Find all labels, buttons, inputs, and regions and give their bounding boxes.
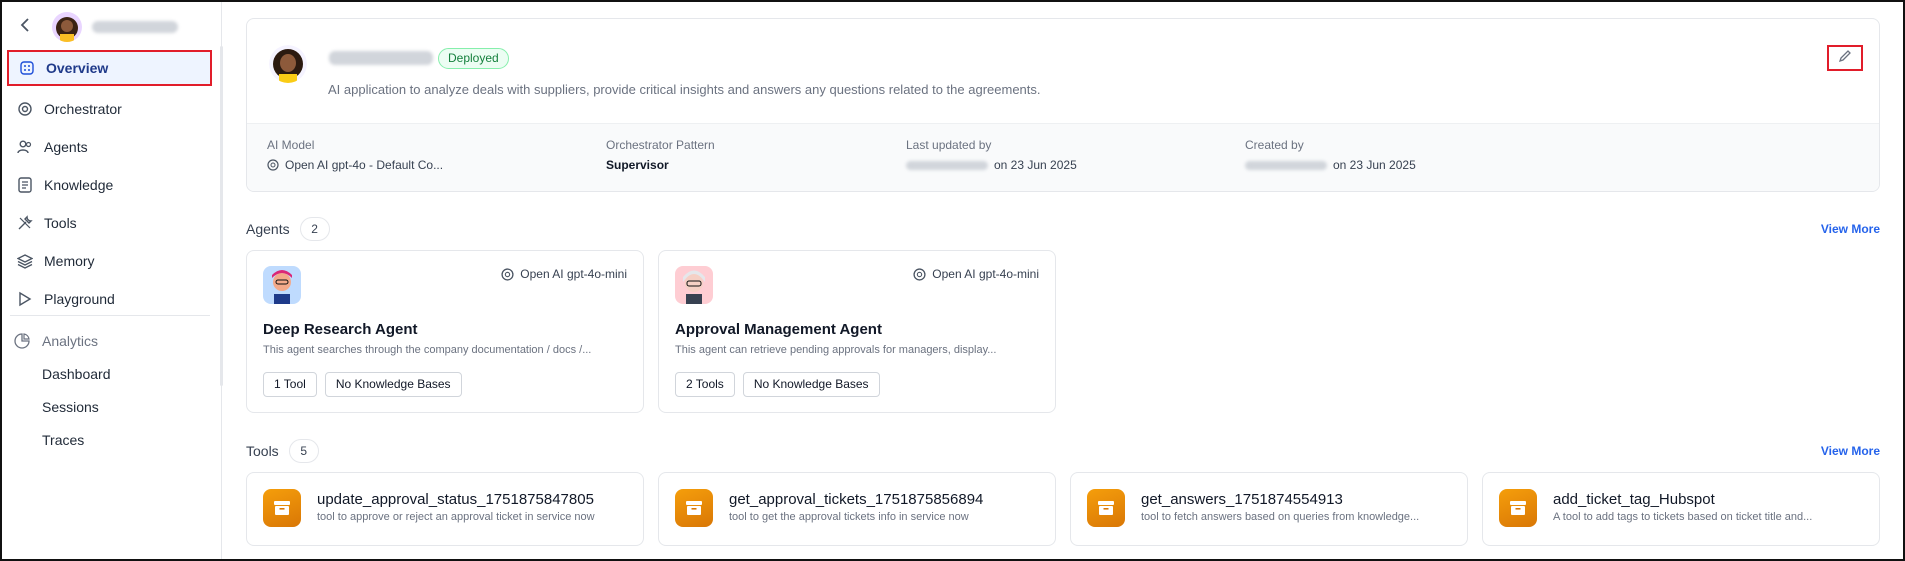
meta-value: on 23 Jun 2025: [1333, 158, 1416, 172]
tool-card[interactable]: add_ticket_tag_Hubspot A tool to add tag…: [1482, 472, 1880, 546]
sidebar-item-playground[interactable]: Playground: [14, 281, 209, 317]
app-name-redacted: [92, 21, 178, 33]
sidebar-item-label: Tools: [44, 215, 77, 231]
tool-name: get_answers_1751874554913: [1141, 491, 1343, 508]
users-icon: [16, 138, 34, 156]
openai-icon: [501, 267, 514, 281]
agent-model: Open AI gpt-4o-mini: [913, 267, 1039, 281]
sidebar: Overview Orchestrator Agents Knowledge T…: [2, 2, 223, 559]
tool-name: update_approval_status_1751875847805: [317, 491, 594, 508]
agent-avatar: [675, 266, 713, 304]
knowledge-chip: No Knowledge Bases: [324, 372, 462, 397]
layers-icon: [16, 252, 34, 270]
openai-icon: [267, 159, 279, 171]
sidebar-item-dashboard[interactable]: Dashboard: [42, 366, 111, 382]
app-avatar-large: [269, 45, 307, 83]
tool-name: get_approval_tickets_1751875856894: [729, 491, 984, 508]
meta-ai-model: AI Model Open AI gpt-4o - Default Co...: [267, 138, 443, 172]
archive-icon: [675, 489, 713, 527]
tool-description: tool to get the approval tickets info in…: [729, 511, 969, 523]
sidebar-section-analytics[interactable]: Analytics: [14, 333, 98, 349]
count-badge: 5: [288, 439, 319, 463]
openai-icon: [913, 267, 926, 281]
pie-chart-icon: [14, 333, 32, 349]
sidebar-item-label: Agents: [44, 139, 88, 155]
sidebar-item-label: Overview: [46, 60, 109, 76]
archive-icon: [263, 489, 301, 527]
count-badge: 2: [299, 217, 330, 241]
meta-label: Created by: [1245, 138, 1304, 152]
sidebar-item-label: Orchestrator: [44, 101, 122, 117]
agents-section-header: Agents 2: [246, 217, 330, 241]
document-icon: [16, 176, 34, 194]
meta-value: on 23 Jun 2025: [994, 158, 1077, 172]
agent-model-label: Open AI gpt-4o-mini: [932, 267, 1039, 281]
app-meta-row: AI Model Open AI gpt-4o - Default Co... …: [247, 123, 1879, 191]
meta-orchestrator-pattern: Orchestrator Pattern Supervisor: [606, 138, 715, 172]
app-name-redacted: [329, 51, 433, 65]
tool-name: add_ticket_tag_Hubspot: [1553, 491, 1715, 508]
tool-description: tool to fetch answers based on queries f…: [1141, 511, 1420, 523]
sidebar-header: [2, 2, 221, 52]
agent-card[interactable]: Open AI gpt-4o-mini Approval Management …: [658, 250, 1056, 413]
orchestrator-icon: [16, 100, 34, 118]
agent-model-label: Open AI gpt-4o-mini: [520, 267, 627, 281]
agents-view-more-link[interactable]: View More: [1821, 222, 1880, 236]
sidebar-item-label: Knowledge: [44, 177, 114, 193]
tool-card[interactable]: get_answers_1751874554913 tool to fetch …: [1070, 472, 1468, 546]
sidebar-item-label: Playground: [44, 291, 115, 307]
meta-value: Open AI gpt-4o - Default Co...: [285, 158, 444, 172]
meta-label: Last updated by: [906, 138, 992, 152]
agent-avatar: [263, 266, 301, 304]
sidebar-item-agents[interactable]: Agents: [14, 129, 209, 165]
archive-icon: [1087, 489, 1125, 527]
tool-count-chip: 2 Tools: [675, 372, 735, 397]
sidebar-item-tools[interactable]: Tools: [14, 205, 209, 241]
sidebar-divider: [10, 315, 210, 316]
play-icon: [16, 290, 34, 308]
app-avatar: [52, 12, 82, 42]
edit-button[interactable]: [1827, 45, 1863, 71]
knowledge-chip: No Knowledge Bases: [742, 372, 880, 397]
sidebar-item-sessions[interactable]: Sessions: [42, 399, 99, 415]
tool-card[interactable]: update_approval_status_1751875847805 too…: [246, 472, 644, 546]
sidebar-scrollbar[interactable]: [220, 46, 223, 386]
agent-description: This agent can retrieve pending approval…: [675, 344, 997, 356]
sidebar-item-overview[interactable]: Overview: [7, 50, 212, 86]
section-title: Agents: [246, 221, 290, 237]
meta-label: Orchestrator Pattern: [606, 138, 715, 152]
sidebar-item-label: Memory: [44, 253, 95, 269]
meta-last-updated: Last updated by on 23 Jun 2025: [906, 138, 1077, 172]
analytics-label: Analytics: [42, 333, 99, 349]
status-badge: Deployed: [438, 48, 509, 69]
agent-description: This agent searches through the company …: [263, 344, 592, 356]
user-name-redacted: [906, 160, 988, 170]
tools-view-more-link[interactable]: View More: [1821, 444, 1880, 458]
back-arrow-icon[interactable]: [20, 17, 40, 37]
tool-count-chip: 1 Tool: [263, 372, 317, 397]
grid-icon: [18, 59, 36, 77]
user-name-redacted: [1245, 160, 1327, 170]
sidebar-item-memory[interactable]: Memory: [14, 243, 209, 279]
tool-description: tool to approve or reject an approval ti…: [317, 511, 595, 523]
sidebar-item-orchestrator[interactable]: Orchestrator: [14, 91, 209, 127]
sidebar-item-traces[interactable]: Traces: [42, 432, 84, 448]
agent-model: Open AI gpt-4o-mini: [501, 267, 627, 281]
meta-value: Supervisor: [606, 158, 669, 172]
meta-label: AI Model: [267, 138, 315, 152]
tools-section-header: Tools 5: [246, 439, 319, 463]
tool-description: A tool to add tags to tickets based on t…: [1553, 511, 1813, 523]
archive-icon: [1499, 489, 1537, 527]
app-description: AI application to analyze deals with sup…: [328, 82, 1041, 97]
agent-title: Approval Management Agent: [675, 321, 882, 338]
agent-title: Deep Research Agent: [263, 321, 418, 338]
pencil-icon: [1838, 49, 1852, 68]
agent-card[interactable]: Open AI gpt-4o-mini Deep Research Agent …: [246, 250, 644, 413]
tools-icon: [16, 214, 34, 232]
app-summary-card: Deployed AI application to analyze deals…: [246, 18, 1880, 192]
tool-card[interactable]: get_approval_tickets_1751875856894 tool …: [658, 472, 1056, 546]
meta-created-by: Created by on 23 Jun 2025: [1245, 138, 1416, 172]
section-title: Tools: [246, 443, 279, 459]
sidebar-item-knowledge[interactable]: Knowledge: [14, 167, 209, 203]
